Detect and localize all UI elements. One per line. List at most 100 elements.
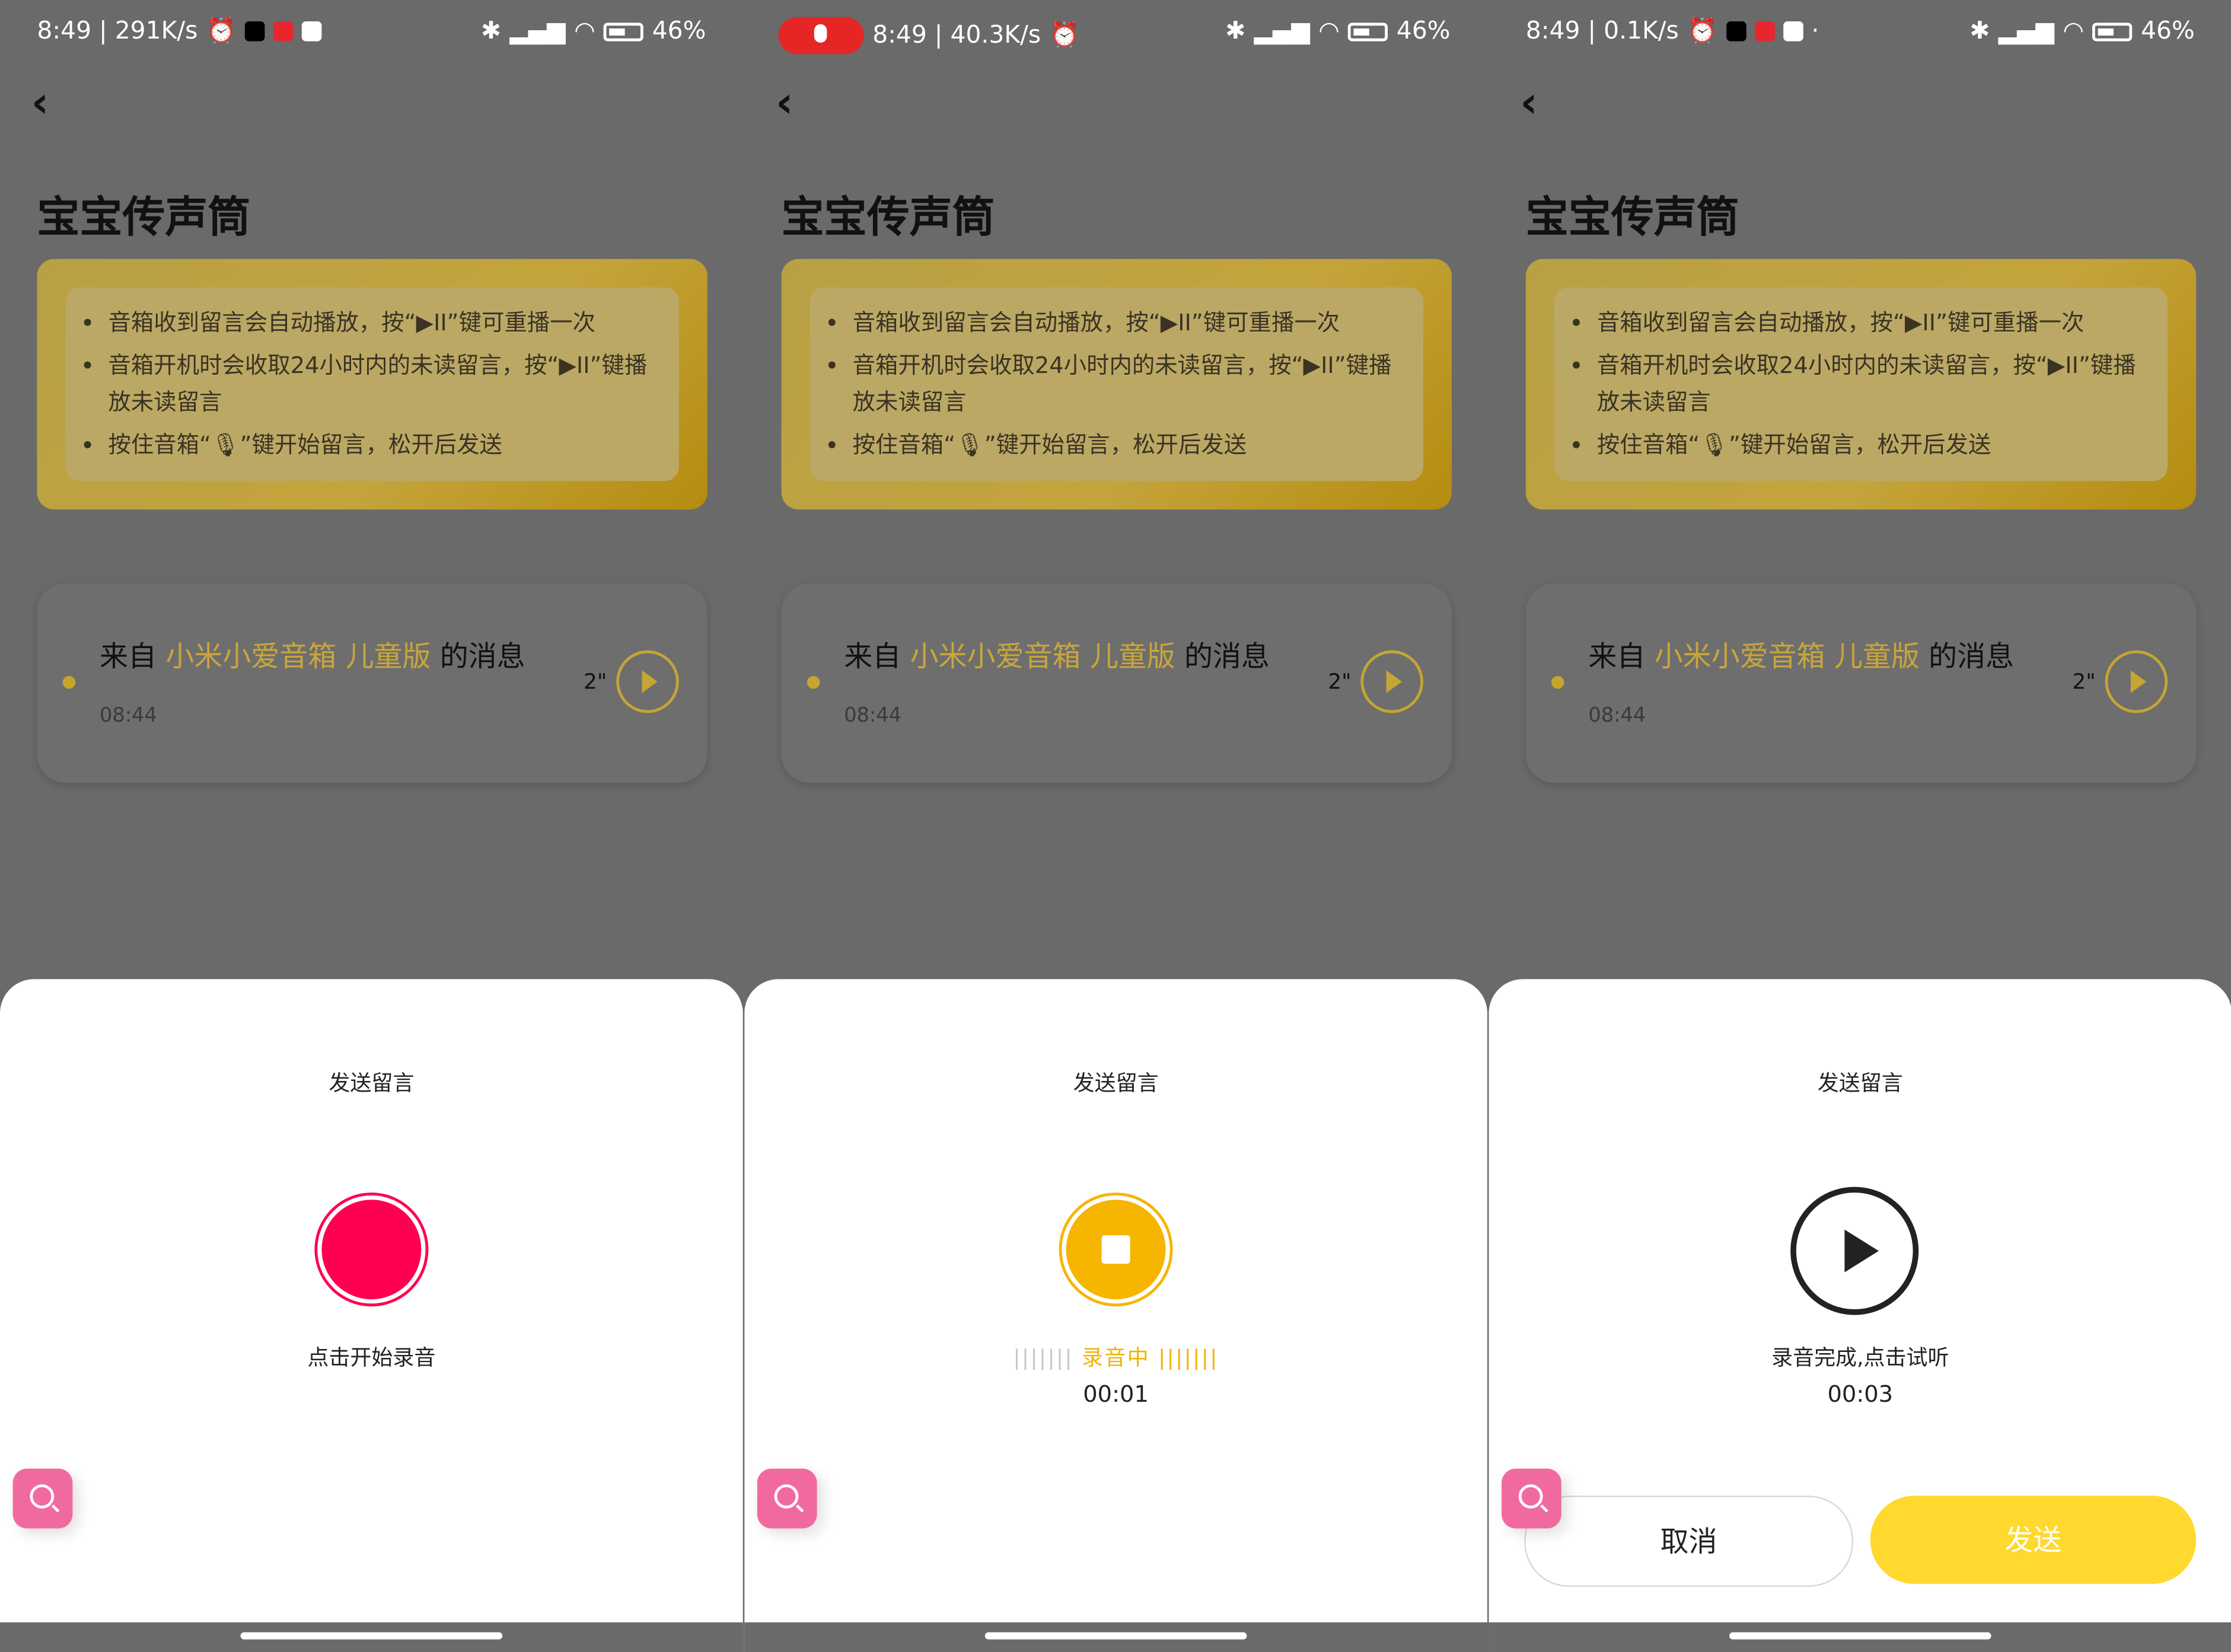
status-right: ✱ ▂▄▆ ◠ 46% <box>1969 17 2195 46</box>
cancel-button[interactable]: 取消 <box>1524 1495 1853 1587</box>
dot-icon: · <box>1811 17 1819 46</box>
message-source: 来自 小米小爱音箱 儿童版 的消息 <box>844 633 1270 675</box>
zoom-in-icon[interactable] <box>1502 1468 1561 1529</box>
alarm-icon: ⏰ <box>1687 17 1717 46</box>
status-left: 8:49 | 0.1K/s ⏰ · <box>1526 17 1819 46</box>
waveform-right: ||||||| <box>1158 1345 1219 1371</box>
sheet-title: 发送留言 <box>1817 1070 1903 1096</box>
play-icon[interactable] <box>1790 1187 1919 1315</box>
recording-status: ||||||| 录音中 ||||||| <box>744 1342 1487 1372</box>
status-time-speed: 8:49 | 40.3K/s <box>872 21 1041 50</box>
message-duration: 2" <box>1328 669 1352 695</box>
preview-hint: 录音完成,点击试听 <box>1771 1345 1949 1371</box>
unread-dot <box>807 676 820 689</box>
message-time: 08:44 <box>1588 704 1646 728</box>
tip-item: 音箱收到留言会自动播放，按“▶II”键可重播一次 <box>853 305 1404 342</box>
signal-icon: ▂▄▆ <box>509 17 566 46</box>
message-prefix: 来自 <box>100 639 166 674</box>
status-left: 8:49 | 40.3K/s ⏰ <box>778 17 1079 55</box>
wifi-icon: ◠ <box>574 17 595 46</box>
tip-item: 音箱开机时会收取24小时内的未读留言，按“▶II”键播放未读留言 <box>108 347 659 422</box>
status-bar: 8:49 | 291K/s ⏰ ✱ ▂▄▆ ◠ 46% <box>0 0 743 65</box>
home-indicator <box>1489 1622 2231 1652</box>
send-message-sheet: 发送留言 录音完成,点击试听 00:03 取消 发送 <box>1489 979 2231 1652</box>
unread-dot <box>62 676 76 689</box>
wifi-icon: ◠ <box>2063 17 2085 46</box>
page-title: 宝宝传声筒 <box>37 193 251 244</box>
message-card[interactable]: 来自 小米小爱音箱 儿童版 的消息 08:44 2" <box>37 583 707 783</box>
battery-percent: 46% <box>2141 17 2195 46</box>
stop-icon <box>1101 1235 1130 1264</box>
message-source: 来自 小米小爱音箱 儿童版 的消息 <box>1588 633 2014 675</box>
play-icon[interactable] <box>2105 650 2168 713</box>
status-bar: 8:49 | 0.1K/s ⏰ · ✱ ▂▄▆ ◠ 46% <box>1489 0 2231 65</box>
chevron-left-icon[interactable]: ‹ <box>1520 78 1538 128</box>
page-title: 宝宝传声筒 <box>1525 193 1739 244</box>
tips-card: 音箱收到留言会自动播放，按“▶II”键可重播一次 音箱开机时会收取24小时内的未… <box>781 259 1452 510</box>
battery-icon <box>2092 22 2133 41</box>
message-card[interactable]: 来自 小米小爱音箱 儿童版 的消息 08:44 2" <box>1525 583 2197 783</box>
recording-label: 录音中 <box>1081 1345 1150 1371</box>
app-icon <box>273 21 294 42</box>
message-device: 小米小爱音箱 儿童版 <box>910 639 1175 674</box>
page-title: 宝宝传声筒 <box>781 193 995 244</box>
tips-box: 音箱收到留言会自动播放，按“▶II”键可重播一次 音箱开机时会收取24小时内的未… <box>65 287 679 481</box>
chevron-left-icon[interactable]: ‹ <box>776 78 793 128</box>
tip-item: 按住音箱“🎙”键开始留言，松开后发送 <box>108 427 659 464</box>
chevron-left-icon[interactable]: ‹ <box>31 78 49 128</box>
stop-button[interactable] <box>1066 1200 1166 1300</box>
signal-icon: ▂▄▆ <box>1254 17 1310 46</box>
message-source: 来自 小米小爱音箱 儿童版 的消息 <box>100 633 525 675</box>
tips-box: 音箱收到留言会自动播放，按“▶II”键可重播一次 音箱开机时会收取24小时内的未… <box>1554 287 2168 481</box>
message-time: 08:44 <box>844 704 902 728</box>
waveform-left: ||||||| <box>1013 1345 1074 1371</box>
tiktok-icon <box>1726 21 1746 42</box>
message-card[interactable]: 来自 小米小爱音箱 儿童版 的消息 08:44 2" <box>781 583 1452 783</box>
message-duration: 2" <box>2072 669 2096 695</box>
tips-card: 音箱收到留言会自动播放，按“▶II”键可重播一次 音箱开机时会收取24小时内的未… <box>1525 259 2197 510</box>
status-time-speed: 8:49 | 0.1K/s <box>1525 17 1679 46</box>
tip-item: 音箱开机时会收取24小时内的未读留言，按“▶II”键播放未读留言 <box>853 347 1404 422</box>
message-suffix: 的消息 <box>431 639 525 674</box>
message-prefix: 来自 <box>1588 639 1655 674</box>
tip-item: 音箱收到留言会自动播放，按“▶II”键可重播一次 <box>108 305 659 342</box>
panel-idle: 8:49 | 291K/s ⏰ ✱ ▂▄▆ ◠ 46% ‹ 宝宝传声筒 音箱收到… <box>0 0 743 1652</box>
play-icon[interactable] <box>616 650 679 713</box>
recording-timer: 00:03 <box>1827 1380 1894 1408</box>
battery-percent: 46% <box>1396 17 1451 46</box>
app-icon <box>301 21 322 42</box>
app-icon <box>1783 21 1803 42</box>
unread-dot <box>1551 676 1564 689</box>
send-button[interactable]: 发送 <box>1870 1495 2197 1584</box>
zoom-in-icon[interactable] <box>757 1468 817 1529</box>
home-indicator <box>744 1622 1487 1652</box>
status-right: ✱ ▂▄▆ ◠ 46% <box>481 17 706 46</box>
message-device: 小米小爱音箱 儿童版 <box>1654 639 1920 674</box>
app-icon <box>1754 21 1774 42</box>
record-hint: 点击开始录音 <box>307 1345 436 1371</box>
message-suffix: 的消息 <box>1919 639 2015 674</box>
status-bar: 8:49 | 40.3K/s ⏰ ✱ ▂▄▆ ◠ 46% <box>744 0 1487 65</box>
tiktok-icon <box>244 21 265 42</box>
screenshot-stage: 8:49 | 291K/s ⏰ ✱ ▂▄▆ ◠ 46% ‹ 宝宝传声筒 音箱收到… <box>0 0 2231 1652</box>
zoom-in-icon[interactable] <box>12 1468 73 1529</box>
tip-item: 按住音箱“🎙”键开始留言，松开后发送 <box>853 427 1404 464</box>
sheet-title: 发送留言 <box>1073 1070 1159 1096</box>
panel-finished: 8:49 | 0.1K/s ⏰ · ✱ ▂▄▆ ◠ 46% ‹ 宝宝传声筒 音箱… <box>1489 0 2231 1652</box>
tip-item: 音箱开机时会收取24小时内的未读留言，按“▶II”键播放未读留言 <box>1597 347 2148 422</box>
signal-icon: ▂▄▆ <box>1998 17 2055 46</box>
record-button[interactable] <box>321 1200 422 1300</box>
sheet-title: 发送留言 <box>329 1070 415 1096</box>
alarm-icon: ⏰ <box>206 17 237 46</box>
tips-box: 音箱收到留言会自动播放，按“▶II”键可重播一次 音箱开机时会收取24小时内的未… <box>809 287 1423 481</box>
status-right: ✱ ▂▄▆ ◠ 46% <box>1225 17 1451 46</box>
microphone-icon <box>778 17 864 55</box>
bluetooth-icon: ✱ <box>1225 17 1246 46</box>
bluetooth-icon: ✱ <box>480 17 502 46</box>
message-suffix: 的消息 <box>1175 639 1270 674</box>
recording-timer: 00:01 <box>1083 1380 1149 1408</box>
battery-percent: 46% <box>652 17 706 46</box>
message-prefix: 来自 <box>844 639 910 674</box>
play-icon[interactable] <box>1360 650 1423 713</box>
send-message-sheet: 发送留言 ||||||| 录音中 ||||||| 00:01 <box>744 979 1487 1652</box>
